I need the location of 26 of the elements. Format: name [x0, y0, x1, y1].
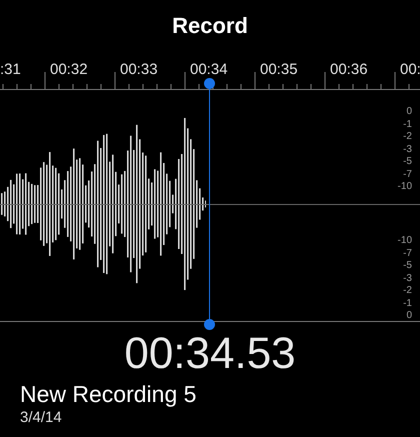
time-marker: 00:32 [50, 61, 88, 78]
decibel-label: -1 [403, 298, 412, 310]
decibel-label: -2 [403, 285, 412, 298]
time-marker: 00:36 [330, 61, 368, 78]
time-marker: 00:33 [120, 61, 158, 78]
decibel-label: -3 [403, 272, 412, 285]
playhead[interactable] [204, 78, 215, 330]
recording-name: New Recording 5 [20, 380, 198, 408]
decibel-label: 0 [406, 106, 412, 118]
decibel-label: -5 [403, 260, 412, 272]
elapsed-time: 00:34.53 [124, 328, 296, 380]
time-marker: :31 [0, 61, 21, 78]
decibel-label: 0 [406, 310, 412, 322]
decibel-label: -10 [398, 235, 412, 248]
recording-date: 3/4/14 [20, 408, 63, 428]
decibel-label: -1 [403, 118, 412, 131]
time-marker: 00:34 [190, 61, 228, 78]
decibel-label: -5 [403, 156, 412, 168]
time-marker: 00: [400, 61, 420, 78]
decibel-label: -10 [398, 181, 412, 194]
screen-title: Record [172, 12, 248, 40]
decibel-label: -2 [403, 131, 412, 144]
decibel-label: -3 [403, 144, 412, 156]
decibel-label: -7 [403, 248, 412, 260]
time-marker: 00:35 [260, 61, 298, 78]
decibel-label: -7 [403, 168, 412, 181]
